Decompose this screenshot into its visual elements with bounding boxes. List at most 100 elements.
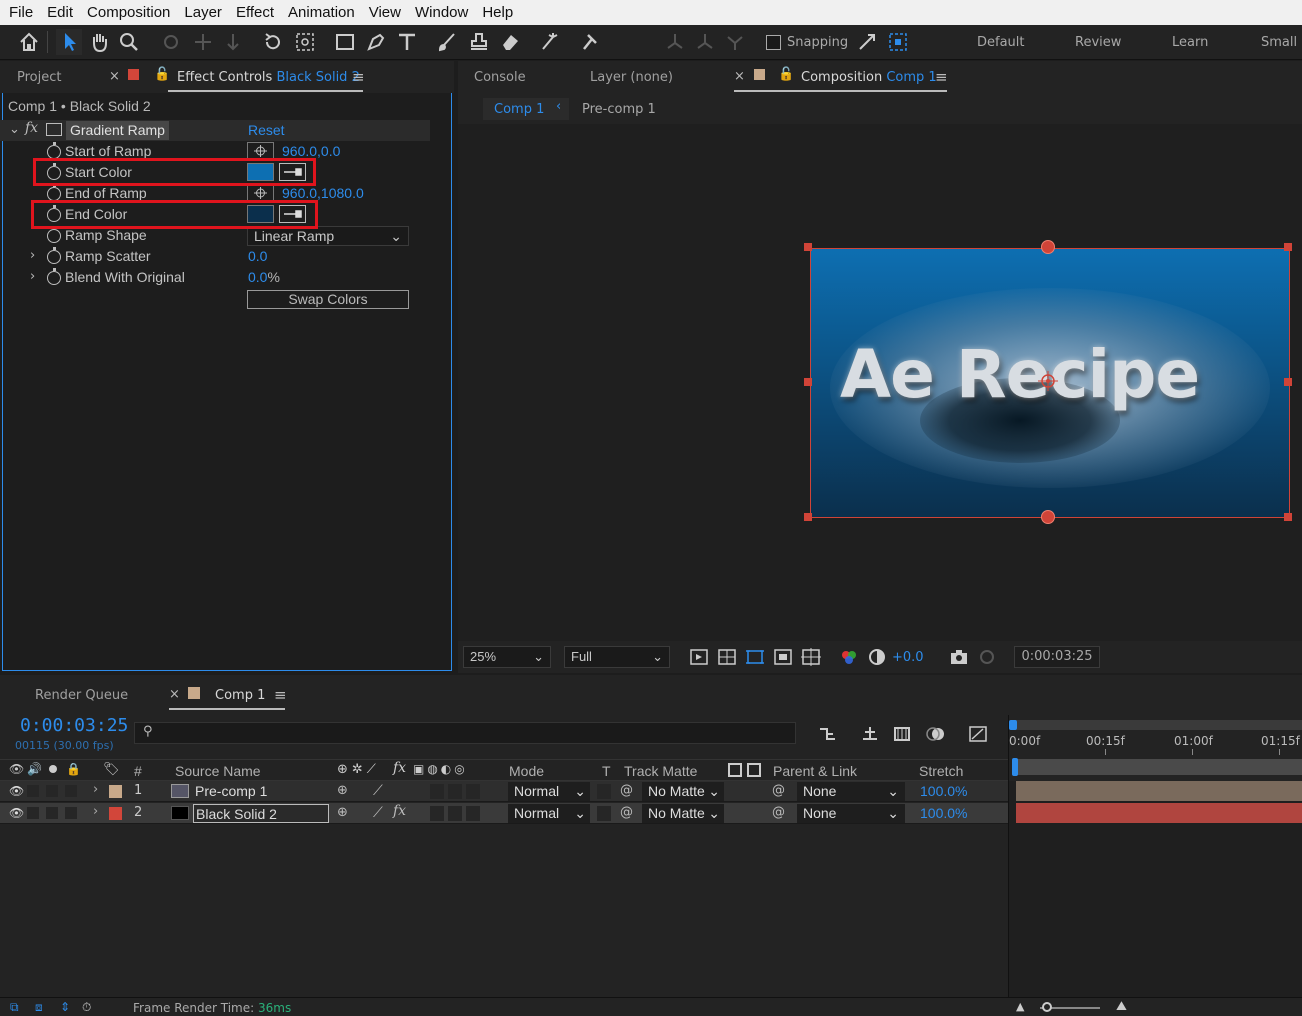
parent-pickwhip-icon[interactable]: @ <box>772 783 785 798</box>
tab-project[interactable]: Project <box>17 70 61 85</box>
switch-toggle[interactable] <box>466 806 480 821</box>
world-axis-icon[interactable] <box>692 29 718 55</box>
panel-menu-icon[interactable]: ≡ <box>352 68 365 86</box>
solo-toggle[interactable] <box>46 807 58 819</box>
layer-label-color[interactable] <box>109 807 122 820</box>
start-of-ramp-value[interactable]: 960.0,0.0 <box>282 143 340 159</box>
anchor-point-tool-icon[interactable] <box>292 29 318 55</box>
render-time-icon[interactable]: ⏱ <box>82 1000 91 1015</box>
graph-editor-icon[interactable] <box>965 721 991 747</box>
track-matte-dropdown[interactable]: No Matte ⌄ <box>642 782 724 801</box>
tab-layer[interactable]: Layer (none) <box>590 70 673 85</box>
brush-tool-icon[interactable] <box>434 29 460 55</box>
region-of-interest-icon[interactable] <box>770 644 796 670</box>
chevron-down-icon[interactable]: ⌄ <box>9 122 20 137</box>
view-axis-icon[interactable] <box>722 29 748 55</box>
tab-render-queue[interactable]: Render Queue <box>35 688 128 703</box>
hand-tool-icon[interactable] <box>86 29 112 55</box>
playhead[interactable] <box>1012 758 1018 776</box>
pan-camera-icon[interactable] <box>190 29 216 55</box>
eye-icon[interactable]: 👁 <box>9 762 24 776</box>
layer-label-color[interactable] <box>109 785 122 798</box>
swap-colors-button[interactable]: Swap Colors <box>247 290 409 309</box>
dolly-camera-icon[interactable] <box>220 29 246 55</box>
reset-button[interactable]: Reset <box>248 122 285 138</box>
shy-switch-icon[interactable]: ⊕ <box>337 805 348 820</box>
rotate-tool-icon[interactable] <box>260 29 286 55</box>
lock-icon[interactable]: 🔒 <box>66 762 81 776</box>
eraser-tool-icon[interactable] <box>497 29 523 55</box>
matte-pickwhip-icon[interactable]: @ <box>620 783 633 798</box>
mask-visibility-icon[interactable] <box>742 644 768 670</box>
workspace-learn[interactable]: Learn <box>1172 35 1208 50</box>
fast-previews-icon[interactable] <box>686 644 712 670</box>
timeline-zoom-handle[interactable] <box>1042 1002 1052 1012</box>
3d-axis-icon[interactable] <box>662 29 688 55</box>
close-icon[interactable]: × <box>109 69 120 84</box>
chevron-right-icon[interactable]: › <box>93 782 98 797</box>
solo-icon[interactable] <box>49 765 57 773</box>
column-source-name[interactable]: Source Name <box>175 763 261 779</box>
panel-menu-icon[interactable]: ≡ <box>274 686 287 704</box>
parent-pickwhip-icon[interactable]: @ <box>772 805 785 820</box>
transform-handle[interactable] <box>1284 513 1292 521</box>
chevron-right-icon[interactable]: › <box>30 269 35 284</box>
lock-icon[interactable]: 🔓 <box>778 67 794 82</box>
transform-handle[interactable] <box>1284 243 1292 251</box>
snap-options-icon[interactable] <box>854 29 880 55</box>
stopwatch-icon[interactable] <box>47 247 61 264</box>
menu-window[interactable]: Window <box>408 4 475 21</box>
resolution-dropdown[interactable]: Full ⌄ <box>564 646 670 668</box>
ramp-end-point[interactable] <box>1041 510 1055 524</box>
work-area-bar[interactable] <box>1013 720 1302 730</box>
orbit-camera-icon[interactable] <box>158 29 184 55</box>
transparency-grid-icon[interactable] <box>714 644 740 670</box>
menu-effect[interactable]: Effect <box>229 4 281 21</box>
snap-target-icon[interactable] <box>885 29 911 55</box>
workspace-review[interactable]: Review <box>1075 35 1121 50</box>
menu-edit[interactable]: Edit <box>40 4 80 21</box>
layer-switches-icon[interactable]: ⧉ <box>10 1000 19 1015</box>
shy-switch-icon[interactable]: ⊕ <box>337 783 348 798</box>
timeline-timecode[interactable]: 0:00:03:25 <box>20 715 128 736</box>
composition-mini-flowchart-icon[interactable] <box>815 721 841 747</box>
rectangle-tool-icon[interactable] <box>332 29 358 55</box>
menu-file[interactable]: File <box>2 4 40 21</box>
workspace-small-screen[interactable]: Small S <box>1261 35 1302 50</box>
stopwatch-icon[interactable] <box>47 226 61 243</box>
show-snapshot-icon[interactable] <box>974 644 1000 670</box>
motion-blur-icon[interactable] <box>923 721 949 747</box>
puppet-tool-icon[interactable] <box>576 29 602 55</box>
pen-tool-icon[interactable] <box>363 29 389 55</box>
work-area-start[interactable] <box>1009 720 1017 730</box>
menu-view[interactable]: View <box>362 4 408 21</box>
ramp-shape-dropdown[interactable]: Linear Ramp ⌄ <box>247 226 409 246</box>
frame-blending-icon[interactable] <box>889 721 915 747</box>
type-tool-icon[interactable] <box>394 29 420 55</box>
in-out-icon[interactable]: ⇕ <box>60 1000 70 1014</box>
switch-toggle[interactable] <box>430 806 444 821</box>
close-icon[interactable]: × <box>734 69 745 84</box>
color-channels-icon[interactable] <box>836 644 862 670</box>
layer-search-input[interactable]: ⚲ <box>134 722 796 744</box>
switch-toggle[interactable] <box>448 784 462 799</box>
audio-icon[interactable]: 🔊 <box>27 762 42 776</box>
blend-with-original-value[interactable]: 0.0 <box>248 269 267 285</box>
transform-handle[interactable] <box>804 378 812 386</box>
preserve-transparency-toggle[interactable] <box>597 806 611 821</box>
zoom-in-icon[interactable]: ⛰ <box>1116 999 1127 1014</box>
lock-toggle[interactable] <box>65 807 77 819</box>
breadcrumb-precomp1[interactable]: Pre-comp 1 <box>582 102 656 117</box>
lock-toggle[interactable] <box>65 785 77 797</box>
layer-name[interactable]: Pre-comp 1 <box>193 782 329 801</box>
layer-name[interactable]: Black Solid 2 <box>193 804 329 823</box>
transform-handle[interactable] <box>804 243 812 251</box>
layer-row[interactable]: 👁 › 1 Pre-comp 1 ⊕ ⟋ Normal ⌄ @ No Matte ⌄… <box>0 781 1008 802</box>
menu-help[interactable]: Help <box>475 4 520 21</box>
zoom-tool-icon[interactable] <box>116 29 142 55</box>
preserve-transparency-toggle[interactable] <box>597 784 611 799</box>
time-navigator[interactable] <box>1013 759 1302 775</box>
workspace-default[interactable]: Default <box>977 35 1025 50</box>
transform-handle[interactable] <box>804 513 812 521</box>
switch-toggle[interactable] <box>430 784 444 799</box>
